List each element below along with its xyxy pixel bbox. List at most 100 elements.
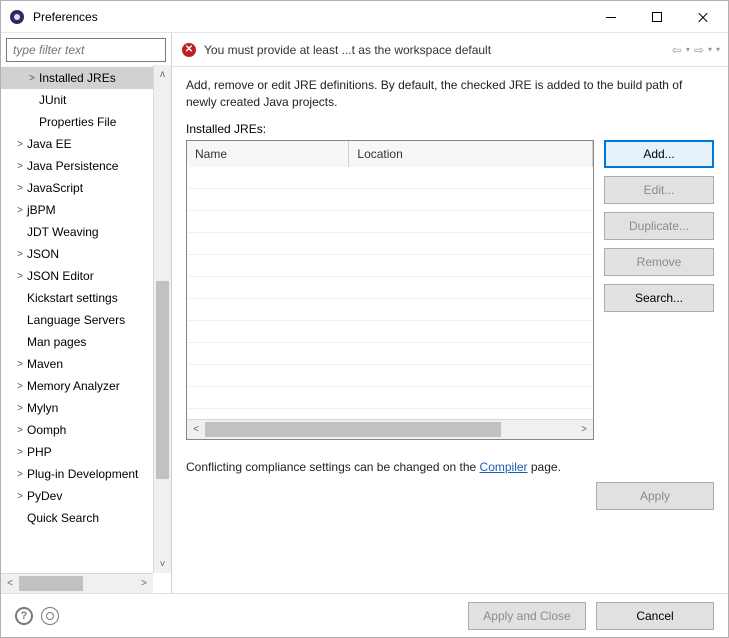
preferences-window: Preferences >Installed JREsJUnitProperti…: [0, 0, 729, 638]
scroll-down-icon[interactable]: ˅: [154, 555, 171, 573]
tree-item[interactable]: >Plug-in Development: [1, 463, 153, 485]
tree-item[interactable]: JDT Weaving: [1, 221, 153, 243]
tree-item-label: Oomph: [27, 423, 66, 437]
tree-item[interactable]: Quick Search: [1, 507, 153, 529]
tree-item-label: Quick Search: [27, 511, 99, 525]
table-row: [187, 277, 593, 299]
header-banner: ✕ You must provide at least ...t as the …: [172, 33, 728, 67]
tree-twisty-icon[interactable]: >: [13, 469, 27, 480]
tree-item-label: PHP: [27, 445, 52, 459]
import-export-button[interactable]: [41, 607, 59, 625]
error-icon: ✕: [182, 43, 196, 57]
tree-item-label: Properties File: [39, 115, 116, 129]
tree-twisty-icon[interactable]: >: [13, 161, 27, 172]
tree-item-label: Memory Analyzer: [27, 379, 120, 393]
add-button[interactable]: Add...: [604, 140, 714, 168]
tree-item[interactable]: >JSON: [1, 243, 153, 265]
tree-item[interactable]: >Memory Analyzer: [1, 375, 153, 397]
maximize-button[interactable]: [634, 2, 680, 32]
tree-item[interactable]: >Java EE: [1, 133, 153, 155]
tree-item[interactable]: >JSON Editor: [1, 265, 153, 287]
tree-item-label: PyDev: [27, 489, 62, 503]
tree-item[interactable]: Man pages: [1, 331, 153, 353]
tree-twisty-icon[interactable]: >: [13, 205, 27, 216]
scroll-left-icon[interactable]: <: [1, 574, 19, 593]
tree-twisty-icon[interactable]: >: [13, 359, 27, 370]
jre-table[interactable]: Name Location: [186, 140, 594, 440]
compliance-suffix: page.: [528, 460, 561, 474]
tree-twisty-icon[interactable]: >: [13, 249, 27, 260]
tree-item[interactable]: >PyDev: [1, 485, 153, 507]
compiler-link[interactable]: Compiler: [480, 460, 528, 474]
right-pane: ✕ You must provide at least ...t as the …: [172, 33, 728, 593]
table-row: [187, 321, 593, 343]
tree-item-label: Man pages: [27, 335, 86, 349]
tree-item[interactable]: Kickstart settings: [1, 287, 153, 309]
hscroll-thumb[interactable]: [19, 576, 83, 591]
scroll-right-icon[interactable]: >: [135, 574, 153, 593]
vscroll-thumb[interactable]: [156, 281, 169, 479]
tree-item-label: Installed JREs: [39, 71, 116, 85]
view-menu-icon[interactable]: ▾: [716, 45, 720, 54]
tree-twisty-icon[interactable]: >: [13, 381, 27, 392]
nav-forward-menu-icon[interactable]: ▾: [708, 45, 712, 54]
filter-input[interactable]: [6, 38, 166, 62]
close-button[interactable]: [680, 2, 726, 32]
tree-item-label: JUnit: [39, 93, 66, 107]
tree-twisty-icon[interactable]: >: [13, 447, 27, 458]
edit-button: Edit...: [604, 176, 714, 204]
tree-item[interactable]: >Installed JREs: [1, 67, 153, 89]
tree-item[interactable]: >JavaScript: [1, 177, 153, 199]
title-bar: Preferences: [1, 1, 728, 33]
scroll-up-icon[interactable]: ʌ: [154, 65, 171, 83]
tree-twisty-icon[interactable]: >: [13, 183, 27, 194]
tree-vscrollbar[interactable]: ʌ ˅: [153, 65, 171, 573]
help-button[interactable]: ?: [15, 607, 33, 625]
tree-item-label: Java Persistence: [27, 159, 118, 173]
tree-item[interactable]: JUnit: [1, 89, 153, 111]
tree-item[interactable]: >Maven: [1, 353, 153, 375]
tree-item[interactable]: Properties File: [1, 111, 153, 133]
app-icon: [9, 9, 25, 25]
tree-twisty-icon[interactable]: >: [13, 139, 27, 150]
table-row: [187, 299, 593, 321]
nav-forward-icon[interactable]: ⇨: [694, 43, 704, 57]
table-row: [187, 365, 593, 387]
installed-jres-label: Installed JREs:: [186, 122, 714, 136]
table-row: [187, 211, 593, 233]
tree-item[interactable]: >PHP: [1, 441, 153, 463]
scroll-right-icon[interactable]: >: [575, 420, 593, 439]
tree-twisty-icon[interactable]: >: [13, 425, 27, 436]
cancel-button[interactable]: Cancel: [596, 602, 714, 630]
tree-twisty-icon[interactable]: >: [13, 271, 27, 282]
tree-item[interactable]: >jBPM: [1, 199, 153, 221]
apply-button: Apply: [596, 482, 714, 510]
error-message: You must provide at least ...t as the wo…: [204, 43, 664, 57]
minimize-icon: [606, 12, 616, 22]
tree-item[interactable]: >Oomph: [1, 419, 153, 441]
table-row: [187, 255, 593, 277]
nav-back-menu-icon[interactable]: ▾: [686, 45, 690, 54]
page-description: Add, remove or edit JRE definitions. By …: [186, 77, 714, 112]
search-button[interactable]: Search...: [604, 284, 714, 312]
tree-twisty-icon[interactable]: >: [25, 73, 39, 84]
jre-table-body: [187, 167, 593, 419]
table-hscrollbar[interactable]: < >: [187, 419, 593, 439]
tree-item-label: JDT Weaving: [27, 225, 99, 239]
tree-item[interactable]: Language Servers: [1, 309, 153, 331]
preference-tree: >Installed JREsJUnitProperties File>Java…: [1, 65, 153, 529]
nav-back-icon[interactable]: ⇦: [672, 43, 682, 57]
tree-item[interactable]: >Java Persistence: [1, 155, 153, 177]
tree-hscrollbar[interactable]: < >: [1, 573, 153, 593]
column-header-name[interactable]: Name: [187, 141, 349, 167]
tree-item[interactable]: >Mylyn: [1, 397, 153, 419]
table-hscroll-thumb[interactable]: [205, 422, 501, 437]
tree-twisty-icon[interactable]: >: [13, 403, 27, 414]
column-header-location[interactable]: Location: [349, 141, 593, 167]
dialog-footer: ? Apply and Close Cancel: [1, 593, 728, 637]
minimize-button[interactable]: [588, 2, 634, 32]
scroll-left-icon[interactable]: <: [187, 420, 205, 439]
tree-twisty-icon[interactable]: >: [13, 491, 27, 502]
maximize-icon: [652, 12, 662, 22]
tree-item-label: Kickstart settings: [27, 291, 118, 305]
